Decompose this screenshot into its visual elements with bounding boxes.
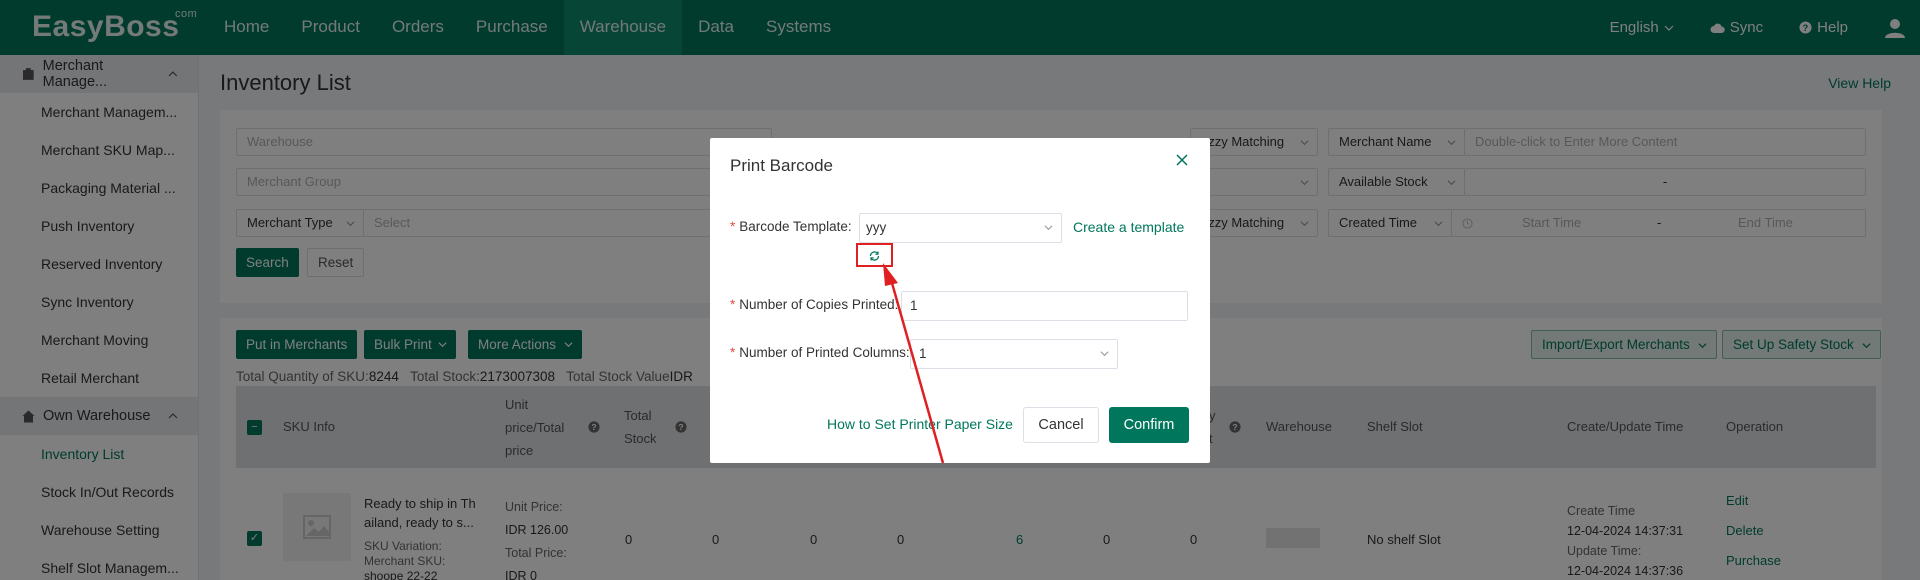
annotation-arrow (883, 263, 945, 464)
